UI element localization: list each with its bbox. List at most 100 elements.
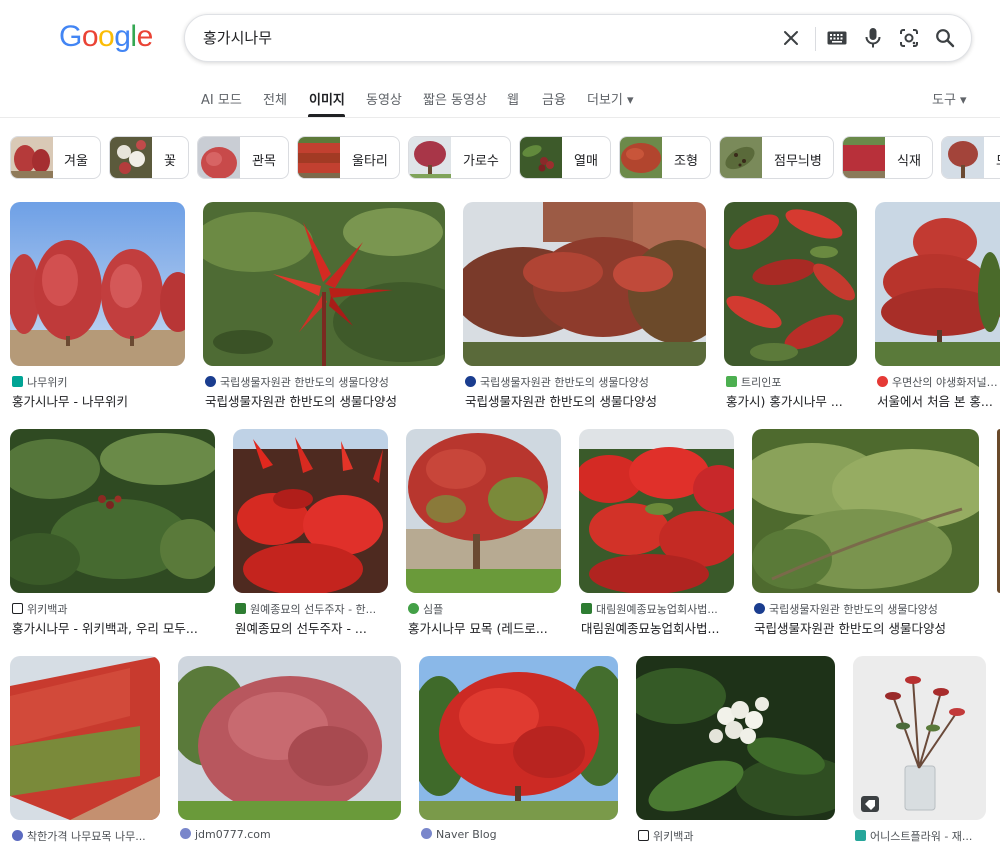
tab-short-videos[interactable]: 짧은 동영상 [423, 89, 487, 108]
chip-planting[interactable]: 식재 [842, 136, 933, 179]
image-result[interactable]: 트리인포 홍가시) 홍가시나무 ... [724, 202, 857, 412]
keyboard-icon[interactable] [825, 26, 849, 50]
result-title[interactable]: 홍가시) 홍가시나무 ... [726, 391, 857, 410]
camera-lens-icon[interactable] [897, 26, 921, 50]
image-result[interactable]: 심플 홍가시나무 묘목 (레드로... [406, 429, 561, 639]
result-source[interactable]: 위키백과 [638, 828, 835, 843]
image-result[interactable]: 위키백과 홍가시나무 - 위키백과, 우리 모두... [10, 429, 215, 639]
tab-ai-mode[interactable]: AI 모드 [201, 89, 242, 108]
result-thumbnail[interactable] [724, 202, 857, 366]
chip-thumbnail [720, 137, 762, 178]
result-thumbnail[interactable] [178, 656, 401, 820]
image-result[interactable]: 착한가격 나무묘목 나무... [10, 656, 160, 843]
chip-thumbnail [11, 137, 53, 178]
image-result[interactable]: Naver Blog [419, 656, 618, 843]
result-source[interactable]: 나무위키 [12, 374, 185, 390]
google-logo[interactable]: Google [59, 20, 153, 54]
result-source[interactable]: 심플 [408, 601, 561, 617]
result-source[interactable]: 원예종묘의 선두주자 - 한... [235, 601, 388, 617]
tools-button[interactable]: 도구 ▾ [932, 89, 967, 108]
result-title[interactable]: 국립생물자원관 한반도의 생물다양성 [754, 618, 979, 637]
result-title[interactable]: 대림원예종묘농업회사법... [581, 618, 734, 637]
image-result[interactable]: 국립생물자원관 한반도의 생물다양성 국립생물자원관 한반도의 생물다양성 [463, 202, 706, 412]
close-icon[interactable] [779, 26, 803, 50]
chip-street-tree[interactable]: 가로수 [408, 136, 511, 179]
result-thumbnail[interactable] [636, 656, 835, 820]
tab-images[interactable]: 이미지 [309, 89, 345, 108]
result-thumbnail[interactable] [233, 429, 388, 593]
favicon-icon [12, 830, 23, 841]
source-name: 나무위키 [27, 376, 68, 389]
result-source[interactable]: 착한가격 나무묘목 나무... [12, 828, 160, 843]
tab-finance[interactable]: 금융 [542, 89, 566, 108]
result-source[interactable]: 어니스트플라워 - 재... [855, 828, 986, 843]
image-result[interactable]: 원예종묘의 선두주자 - 한... 원예종묘의 선두주자 - ... [233, 429, 388, 639]
chip-thumbnail [843, 137, 885, 178]
image-result[interactable]: 국립생물자원관 한반도의 생물다양성 국립생물자원관 한반도의 생물다양성 [203, 202, 445, 412]
chip-thumbnail [520, 137, 562, 178]
chip-fruit[interactable]: 열매 [519, 136, 611, 179]
result-thumbnail[interactable] [752, 429, 979, 593]
result-source[interactable]: 트리인포 [726, 374, 857, 390]
source-name: 대림원예종묘농업회사법... [596, 603, 718, 616]
source-name: 국립생물자원관 한반도의 생물다양성 [480, 376, 649, 389]
result-thumbnail[interactable] [10, 656, 160, 820]
globe-icon [421, 828, 432, 839]
chip-hedge[interactable]: 울타리 [297, 136, 400, 179]
logo-letter: e [136, 20, 154, 53]
result-thumbnail[interactable] [853, 656, 986, 820]
result-thumbnail[interactable] [406, 429, 561, 593]
image-result[interactable]: 대림원예종묘농업회사법... 대림원예종묘농업회사법... [579, 429, 734, 639]
chip-thumbnail [110, 137, 152, 178]
source-name: 심플 [423, 603, 444, 616]
chip-leaf-spot-disease[interactable]: 점무늬병 [719, 136, 834, 179]
result-thumbnail[interactable] [579, 429, 734, 593]
result-title[interactable]: 홍가시나무 묘목 (레드로... [408, 618, 561, 637]
search-icon[interactable] [933, 26, 957, 50]
active-tab-indicator [308, 114, 345, 117]
image-result[interactable]: 위키백과 [636, 656, 835, 843]
result-source[interactable]: 국립생물자원관 한반도의 생물다양성 [205, 374, 445, 390]
image-result[interactable]: 어니스트플라워 - 재... [853, 656, 986, 843]
result-thumbnail[interactable] [10, 202, 185, 366]
chip-thumbnail [620, 137, 662, 178]
chip-flower[interactable]: 꽃 [109, 136, 189, 179]
result-title[interactable]: 원예종묘의 선두주자 - ... [235, 618, 388, 637]
result-thumbnail[interactable] [10, 429, 215, 593]
chip-shrub[interactable]: 관목 [197, 136, 289, 179]
result-source[interactable]: 우면산의 야생화저널 ... [877, 374, 1000, 390]
tab-more[interactable]: 더보기 ▾ [587, 89, 634, 108]
result-thumbnail[interactable] [875, 202, 1000, 366]
result-source[interactable]: 대림원예종묘농업회사법... [581, 601, 734, 617]
result-thumbnail[interactable] [463, 202, 706, 366]
chip-label: 모 [996, 150, 1000, 169]
result-thumbnail[interactable] [203, 202, 445, 366]
chip-label: 겨울 [64, 154, 88, 169]
image-result[interactable]: 나무위키 홍가시나무 - 나무위키 [10, 202, 185, 412]
image-result[interactable]: jdm0777.com [178, 656, 401, 843]
chip-winter[interactable]: 겨울 [10, 136, 101, 179]
microphone-icon[interactable] [861, 26, 885, 50]
chip-sapling[interactable]: 모 [941, 136, 1000, 179]
result-title[interactable]: 홍가시나무 - 위키백과, 우리 모두... [12, 618, 215, 637]
result-title[interactable]: 국립생물자원관 한반도의 생물다양성 [205, 391, 445, 410]
wikipedia-icon [638, 830, 649, 841]
source-name: 우면산의 야생화저널 ... [892, 376, 1000, 389]
image-result[interactable]: 국립생물자원관 한반도의 생물다양성 국립생물자원관 한반도의 생물다양성 [752, 429, 979, 639]
result-title[interactable]: 국립생물자원관 한반도의 생물다양성 [465, 391, 706, 410]
result-source[interactable]: 국립생물자원관 한반도의 생물다양성 [465, 374, 706, 390]
result-title[interactable]: 홍가시나무 - 나무위키 [12, 391, 185, 410]
tab-videos[interactable]: 동영상 [366, 89, 402, 108]
chip-topiary[interactable]: 조형 [619, 136, 711, 179]
result-source[interactable]: 국립생물자원관 한반도의 생물다양성 [754, 601, 979, 617]
result-source[interactable]: Naver Blog [421, 828, 618, 841]
result-source[interactable]: jdm0777.com [180, 828, 401, 841]
search-input[interactable] [203, 15, 763, 61]
result-source[interactable]: 위키백과 [12, 601, 215, 617]
image-result[interactable]: 우면산의 야생화저널 ... 서울에서 처음 본 홍... [875, 202, 1000, 412]
result-title[interactable]: 서울에서 처음 본 홍... [877, 391, 1000, 410]
tab-all[interactable]: 전체 [263, 89, 287, 108]
source-name: jdm0777.com [195, 828, 271, 841]
result-thumbnail[interactable] [419, 656, 618, 820]
tab-web[interactable]: 웹 [507, 89, 519, 108]
